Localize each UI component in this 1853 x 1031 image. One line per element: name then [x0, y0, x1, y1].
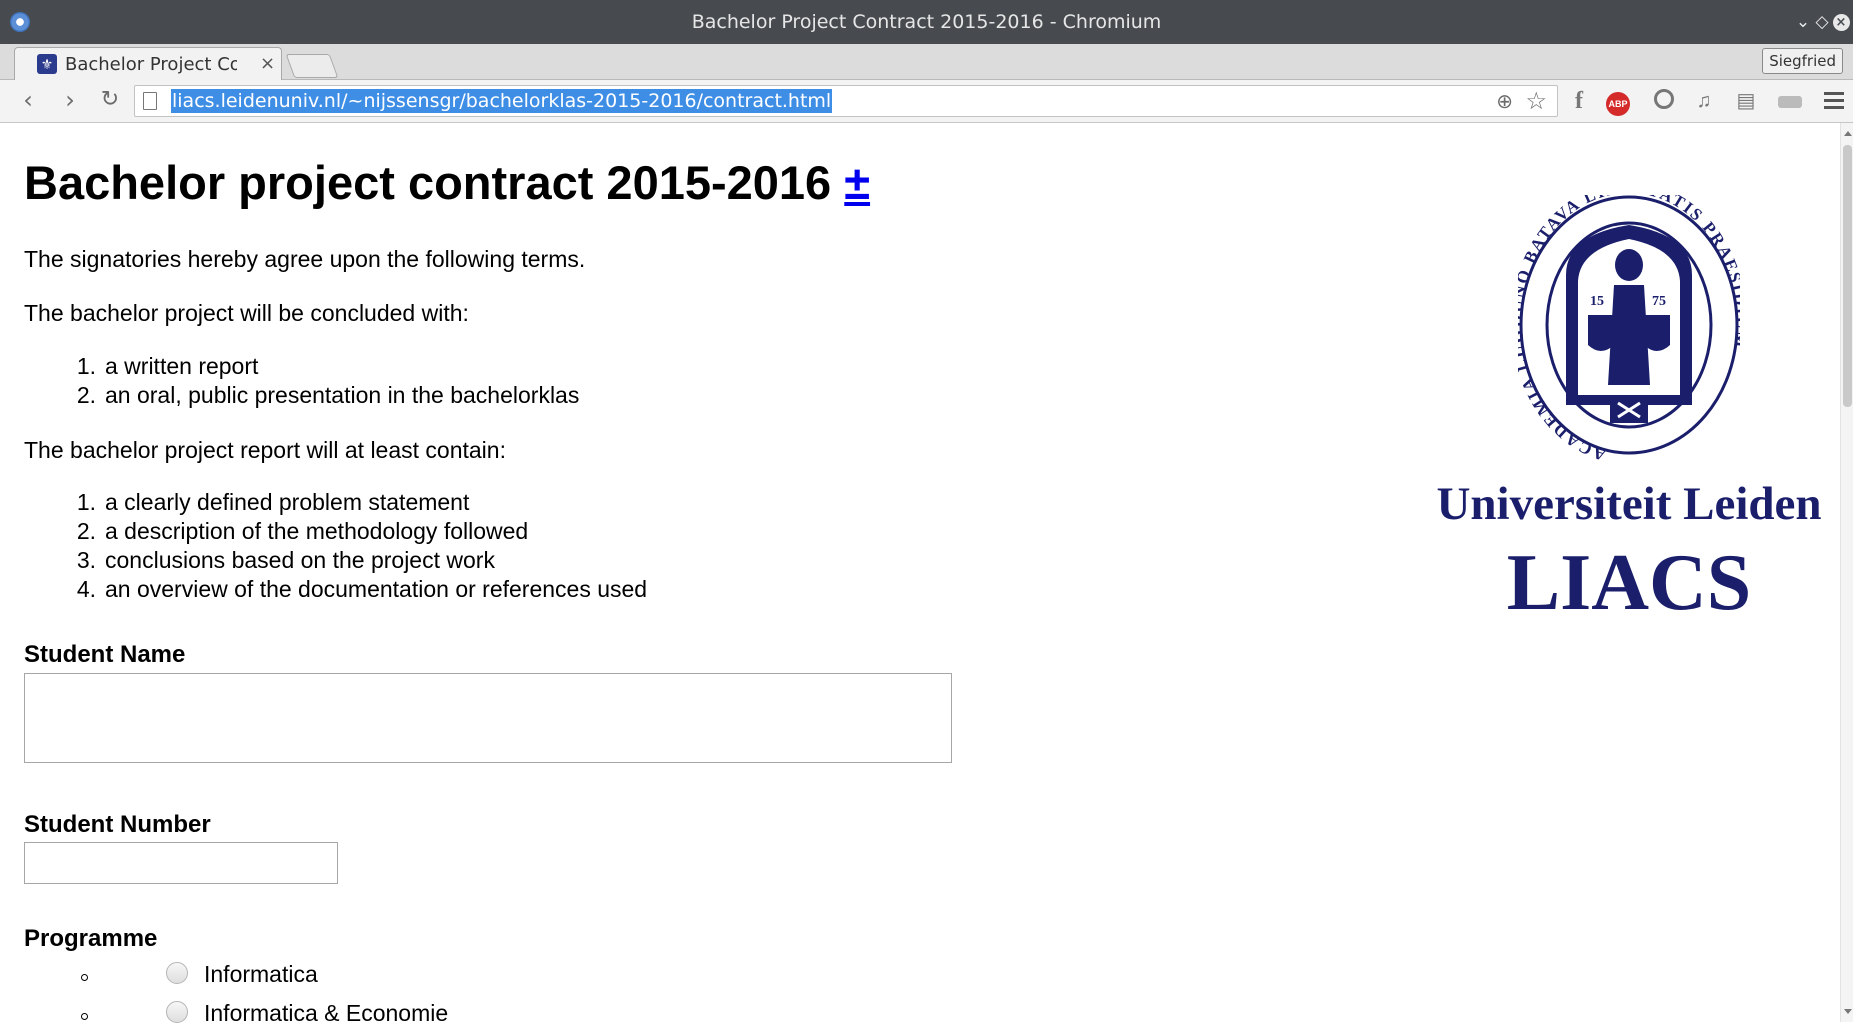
window-controls: ⌄ ◇ ×: [1793, 10, 1853, 34]
liacs-wordmark: LIACS: [1506, 539, 1752, 627]
programme-label: Programme: [24, 925, 158, 952]
programme-option-informatica[interactable]: Informatica: [24, 960, 724, 992]
tab-label: Bachelor Project Cor: [65, 54, 237, 75]
list-item: 4. an overview of the documentation or re…: [76, 576, 648, 602]
facebook-icon[interactable]: f: [1567, 89, 1591, 113]
new-tab-button[interactable]: [285, 54, 339, 78]
scroll-down-icon[interactable]: [1844, 1009, 1852, 1014]
compass-icon[interactable]: [1652, 89, 1676, 113]
forward-icon[interactable]: ›: [56, 86, 84, 114]
student-name-label: Student Name: [24, 641, 186, 668]
scroll-up-icon[interactable]: [1844, 131, 1852, 136]
student-number-label: Student Number: [24, 811, 211, 838]
url-text[interactable]: liacs.leidenuniv.nl/~nijssensgr/bachelor…: [171, 89, 833, 113]
page-title-text: Bachelor project contract 2015-2016: [24, 156, 832, 209]
bookmark-star-icon[interactable]: ☆: [1525, 87, 1547, 116]
reload-icon[interactable]: ↻: [96, 86, 124, 114]
maximize-icon[interactable]: ◇: [1812, 10, 1832, 34]
tab-bachelor-project[interactable]: ⚜ Bachelor Project Cor ×: [14, 47, 282, 80]
close-icon: ×: [1832, 13, 1850, 31]
profile-button[interactable]: Siegfried: [1762, 48, 1843, 74]
bullet-icon: [81, 1013, 88, 1020]
programme-option-informatica-economie[interactable]: Informatica & Economie: [24, 999, 724, 1031]
page-title: Bachelor project contract 2015-2016 ±: [24, 155, 870, 211]
list-item: 3. conclusions based on the project work: [76, 547, 495, 573]
browser-toolbar: ‹ › ↻ liacs.leidenuniv.nl/~nijssensgr/ba…: [0, 80, 1853, 123]
radio-label: Informatica & Economie: [204, 1000, 449, 1026]
window-title: Bachelor Project Contract 2015-2016 - Ch…: [691, 11, 1162, 33]
back-icon[interactable]: ‹: [14, 86, 42, 114]
list-item: 1. a clearly defined problem statement: [76, 489, 470, 515]
radio-label: Informatica: [204, 961, 318, 987]
radio-informatica-economie[interactable]: [166, 1001, 188, 1023]
radio-informatica[interactable]: [166, 962, 188, 984]
student-name-field[interactable]: [24, 673, 952, 763]
student-number-field[interactable]: [24, 842, 338, 884]
expand-link[interactable]: ±: [844, 156, 870, 209]
svg-text:15: 15: [1590, 294, 1604, 309]
tab-strip: ⚜ Bachelor Project Cor × Siegfried: [0, 44, 1853, 80]
report-list: 1. a clearly defined problem statement 2.…: [72, 488, 647, 604]
chrome-menu-icon[interactable]: [1822, 88, 1846, 114]
intro-text: The signatories hereby agree upon the fo…: [24, 246, 586, 272]
university-seal-icon: ACADEMIA LUGDUNO BATAVA LIBERTATIS PRAES…: [1518, 195, 1740, 465]
list-item: 1. a written report: [76, 353, 259, 379]
report-intro: The bachelor project report will at leas…: [24, 437, 506, 463]
adblock-plus-icon[interactable]: ABP: [1606, 89, 1630, 116]
address-bar[interactable]: liacs.leidenuniv.nl/~nijssensgr/bachelor…: [134, 85, 1558, 117]
window-titlebar: Bachelor Project Contract 2015-2016 - Ch…: [0, 0, 1853, 44]
university-name: Universiteit Leiden: [1436, 478, 1822, 530]
zoom-icon[interactable]: ⊕: [1496, 89, 1513, 114]
page-icon: [143, 92, 157, 110]
pill-icon[interactable]: [1778, 89, 1802, 113]
concluded-list: 1. a written report 2. an oral, public pre…: [72, 352, 580, 410]
close-window-button[interactable]: ×: [1831, 10, 1851, 34]
music-icon[interactable]: ♫: [1692, 89, 1716, 113]
leiden-favicon-icon: ⚜: [37, 54, 57, 74]
scroll-thumb[interactable]: [1843, 145, 1852, 407]
adblock-plus-label: ABP: [1606, 92, 1630, 116]
minimize-icon[interactable]: ⌄: [1793, 10, 1813, 34]
list-item: 2. a description of the methodology follo…: [76, 518, 529, 544]
svg-text:75: 75: [1652, 294, 1666, 309]
bullet-icon: [81, 974, 88, 981]
tab-close-icon[interactable]: ×: [260, 53, 275, 74]
stack-icon[interactable]: ▤: [1734, 89, 1758, 113]
list-item: 2. an oral, public presentation in the ba…: [76, 382, 580, 408]
concluded-intro: The bachelor project will be concluded w…: [24, 300, 469, 326]
